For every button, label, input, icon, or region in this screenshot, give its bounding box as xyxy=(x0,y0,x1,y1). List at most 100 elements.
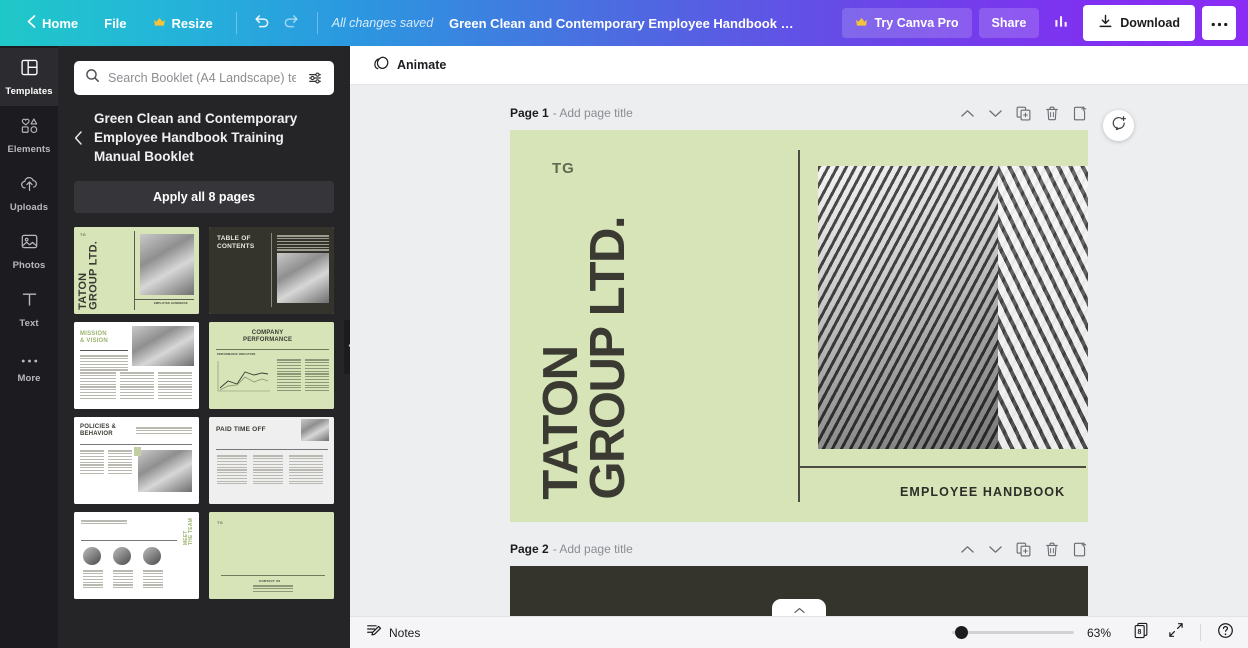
notes-button[interactable]: Notes xyxy=(366,623,420,642)
back-chevron-icon xyxy=(27,15,36,31)
editor-toolbar: Animate xyxy=(350,46,1248,85)
zoom-controls: 63% 8 xyxy=(952,622,1236,644)
download-button[interactable]: Download xyxy=(1083,5,1195,41)
search-box[interactable] xyxy=(74,61,334,95)
template-thumbnail-contact-us[interactable]: TG CONTACT US xyxy=(209,512,334,600)
more-icon xyxy=(1211,14,1228,32)
thumb-art: PAID TIME OFF xyxy=(209,417,334,505)
notes-label: Notes xyxy=(389,625,421,640)
template-thumbnail-meet-the-team[interactable]: MEET THE TEAM xyxy=(74,512,199,600)
canvas-footer-label[interactable]: EMPLOYEE HANDBOOK xyxy=(900,485,1065,499)
redo-icon xyxy=(283,13,300,34)
page-2-number: Page 2 xyxy=(510,542,549,556)
canvas-building-photo[interactable] xyxy=(818,166,1088,449)
zoom-percentage: 63% xyxy=(1087,625,1112,640)
template-thumbnail-cover[interactable]: TG TATON GROUP LTD. EMPLOYEE HANDBOOK xyxy=(74,227,199,315)
sidebar-item-text[interactable]: Text xyxy=(0,280,58,338)
bottom-divider xyxy=(1200,624,1201,641)
animate-label: Animate xyxy=(397,58,447,72)
template-thumbnail-policies-behavior[interactable]: POLICIES & BEHAVIOR xyxy=(74,417,199,505)
save-status: All changes saved xyxy=(331,16,434,30)
file-button[interactable]: File xyxy=(91,10,139,37)
sidebar-label-photos: Photos xyxy=(12,259,46,271)
home-button[interactable]: Home xyxy=(14,9,91,37)
template-thumbnail-table-of-contents[interactable]: TABLE OF CONTENTS xyxy=(209,227,334,315)
sidebar-label-more: More xyxy=(17,372,41,384)
search-icon xyxy=(85,68,100,88)
page-2-header: Page 2 - Add page title xyxy=(510,538,1088,560)
thumb-art: MISSION & VISION xyxy=(74,322,199,410)
resize-label: Resize xyxy=(171,15,213,31)
uploads-icon xyxy=(20,174,39,198)
page-1-tools xyxy=(959,105,1088,122)
scroll-collapse-tab[interactable] xyxy=(772,599,826,616)
undo-button[interactable] xyxy=(247,8,277,38)
help-button[interactable] xyxy=(1214,622,1236,644)
canvas-page-1[interactable]: TG TATON GROUP LTD. EMPLOYEE HANDBOOK xyxy=(510,130,1088,522)
canvas-scroll-area[interactable]: Page 1 - Add page title TG TATON GROUP L… xyxy=(350,85,1248,616)
sidebar-item-more[interactable]: More xyxy=(0,338,58,396)
fullscreen-button[interactable] xyxy=(1165,622,1187,644)
canva-editor: Home File Resize All changes saved Green… xyxy=(0,0,1248,648)
document-title[interactable]: Green Clean and Contemporary Employee Ha… xyxy=(439,10,809,37)
toolbar-right-group: Try Canva Pro Share Download xyxy=(842,5,1248,41)
zoom-slider-knob[interactable] xyxy=(955,626,968,639)
photos-icon xyxy=(20,232,39,256)
thumb-art: TG TATON GROUP LTD. EMPLOYEE HANDBOOK xyxy=(74,227,199,315)
try-canva-pro-button[interactable]: Try Canva Pro xyxy=(842,8,972,38)
sidebar-item-photos[interactable]: Photos xyxy=(0,222,58,280)
bottom-bar: Notes 63% 8 xyxy=(350,616,1248,648)
duplicate-icon[interactable] xyxy=(1015,105,1032,122)
panel-collapse-handle[interactable] xyxy=(344,320,350,374)
page-2-title-input[interactable]: - Add page title xyxy=(553,542,633,556)
zoom-slider-track xyxy=(952,631,1074,634)
stats-button[interactable] xyxy=(1046,8,1076,38)
sidebar-label-uploads: Uploads xyxy=(9,201,49,213)
delete-icon[interactable] xyxy=(1043,105,1060,122)
move-down-icon[interactable] xyxy=(987,541,1004,558)
move-down-icon[interactable] xyxy=(987,105,1004,122)
duplicate-icon[interactable] xyxy=(1015,541,1032,558)
sidebar-label-text: Text xyxy=(19,317,39,329)
left-rail: Templates Elements Uploads Photos Text M… xyxy=(0,46,58,648)
comment-add-icon xyxy=(1111,115,1127,136)
delete-icon[interactable] xyxy=(1043,541,1060,558)
top-toolbar: Home File Resize All changes saved Green… xyxy=(0,0,1248,46)
page-count-button[interactable]: 8 xyxy=(1130,622,1152,644)
move-up-icon[interactable] xyxy=(959,541,976,558)
crown-icon xyxy=(153,16,166,30)
download-label: Download xyxy=(1120,16,1180,30)
canvas-heading[interactable]: TATON GROUP LTD. xyxy=(534,217,635,500)
add-page-icon[interactable] xyxy=(1071,105,1088,122)
template-thumbnail-company-performance[interactable]: COMPANY PERFORMANCE PERFORMANCE INDICATOR… xyxy=(209,322,334,410)
sidebar-label-templates: Templates xyxy=(5,85,53,97)
add-comment-button[interactable] xyxy=(1103,110,1134,141)
more-options-button[interactable] xyxy=(1202,6,1236,40)
apply-all-label: Apply all 8 pages xyxy=(152,190,256,205)
panel-back-button[interactable] xyxy=(68,130,88,145)
sidebar-item-uploads[interactable]: Uploads xyxy=(0,164,58,222)
filter-icon[interactable] xyxy=(304,67,326,89)
sidebar-item-templates[interactable]: Templates xyxy=(0,48,58,106)
template-thumbnail-paid-time-off[interactable]: PAID TIME OFF xyxy=(209,417,334,505)
animate-button[interactable]: Animate xyxy=(364,49,455,81)
canvas-logo: TG xyxy=(552,160,575,177)
sidebar-item-elements[interactable]: Elements xyxy=(0,106,58,164)
page-block-1: Page 1 - Add page title TG TATON GROUP L… xyxy=(510,102,1134,522)
redo-button[interactable] xyxy=(277,8,307,38)
template-thumbnail-mission-vision[interactable]: MISSION & VISION xyxy=(74,322,199,410)
add-page-icon[interactable] xyxy=(1071,541,1088,558)
apply-all-pages-button[interactable]: Apply all 8 pages xyxy=(74,181,334,214)
file-label: File xyxy=(104,15,127,31)
crown-icon xyxy=(855,16,868,30)
resize-button[interactable]: Resize xyxy=(140,10,226,37)
editor-area: Animate Page 1 - Add page title TG TATON… xyxy=(350,46,1248,648)
toolbar-divider-2 xyxy=(316,12,318,34)
search-input[interactable] xyxy=(108,71,296,85)
page-1-title-input[interactable]: - Add page title xyxy=(553,106,633,120)
elements-icon xyxy=(20,116,39,140)
zoom-slider[interactable] xyxy=(952,626,1074,640)
page-2-tools xyxy=(959,541,1088,558)
share-button[interactable]: Share xyxy=(978,8,1040,38)
move-up-icon[interactable] xyxy=(959,105,976,122)
